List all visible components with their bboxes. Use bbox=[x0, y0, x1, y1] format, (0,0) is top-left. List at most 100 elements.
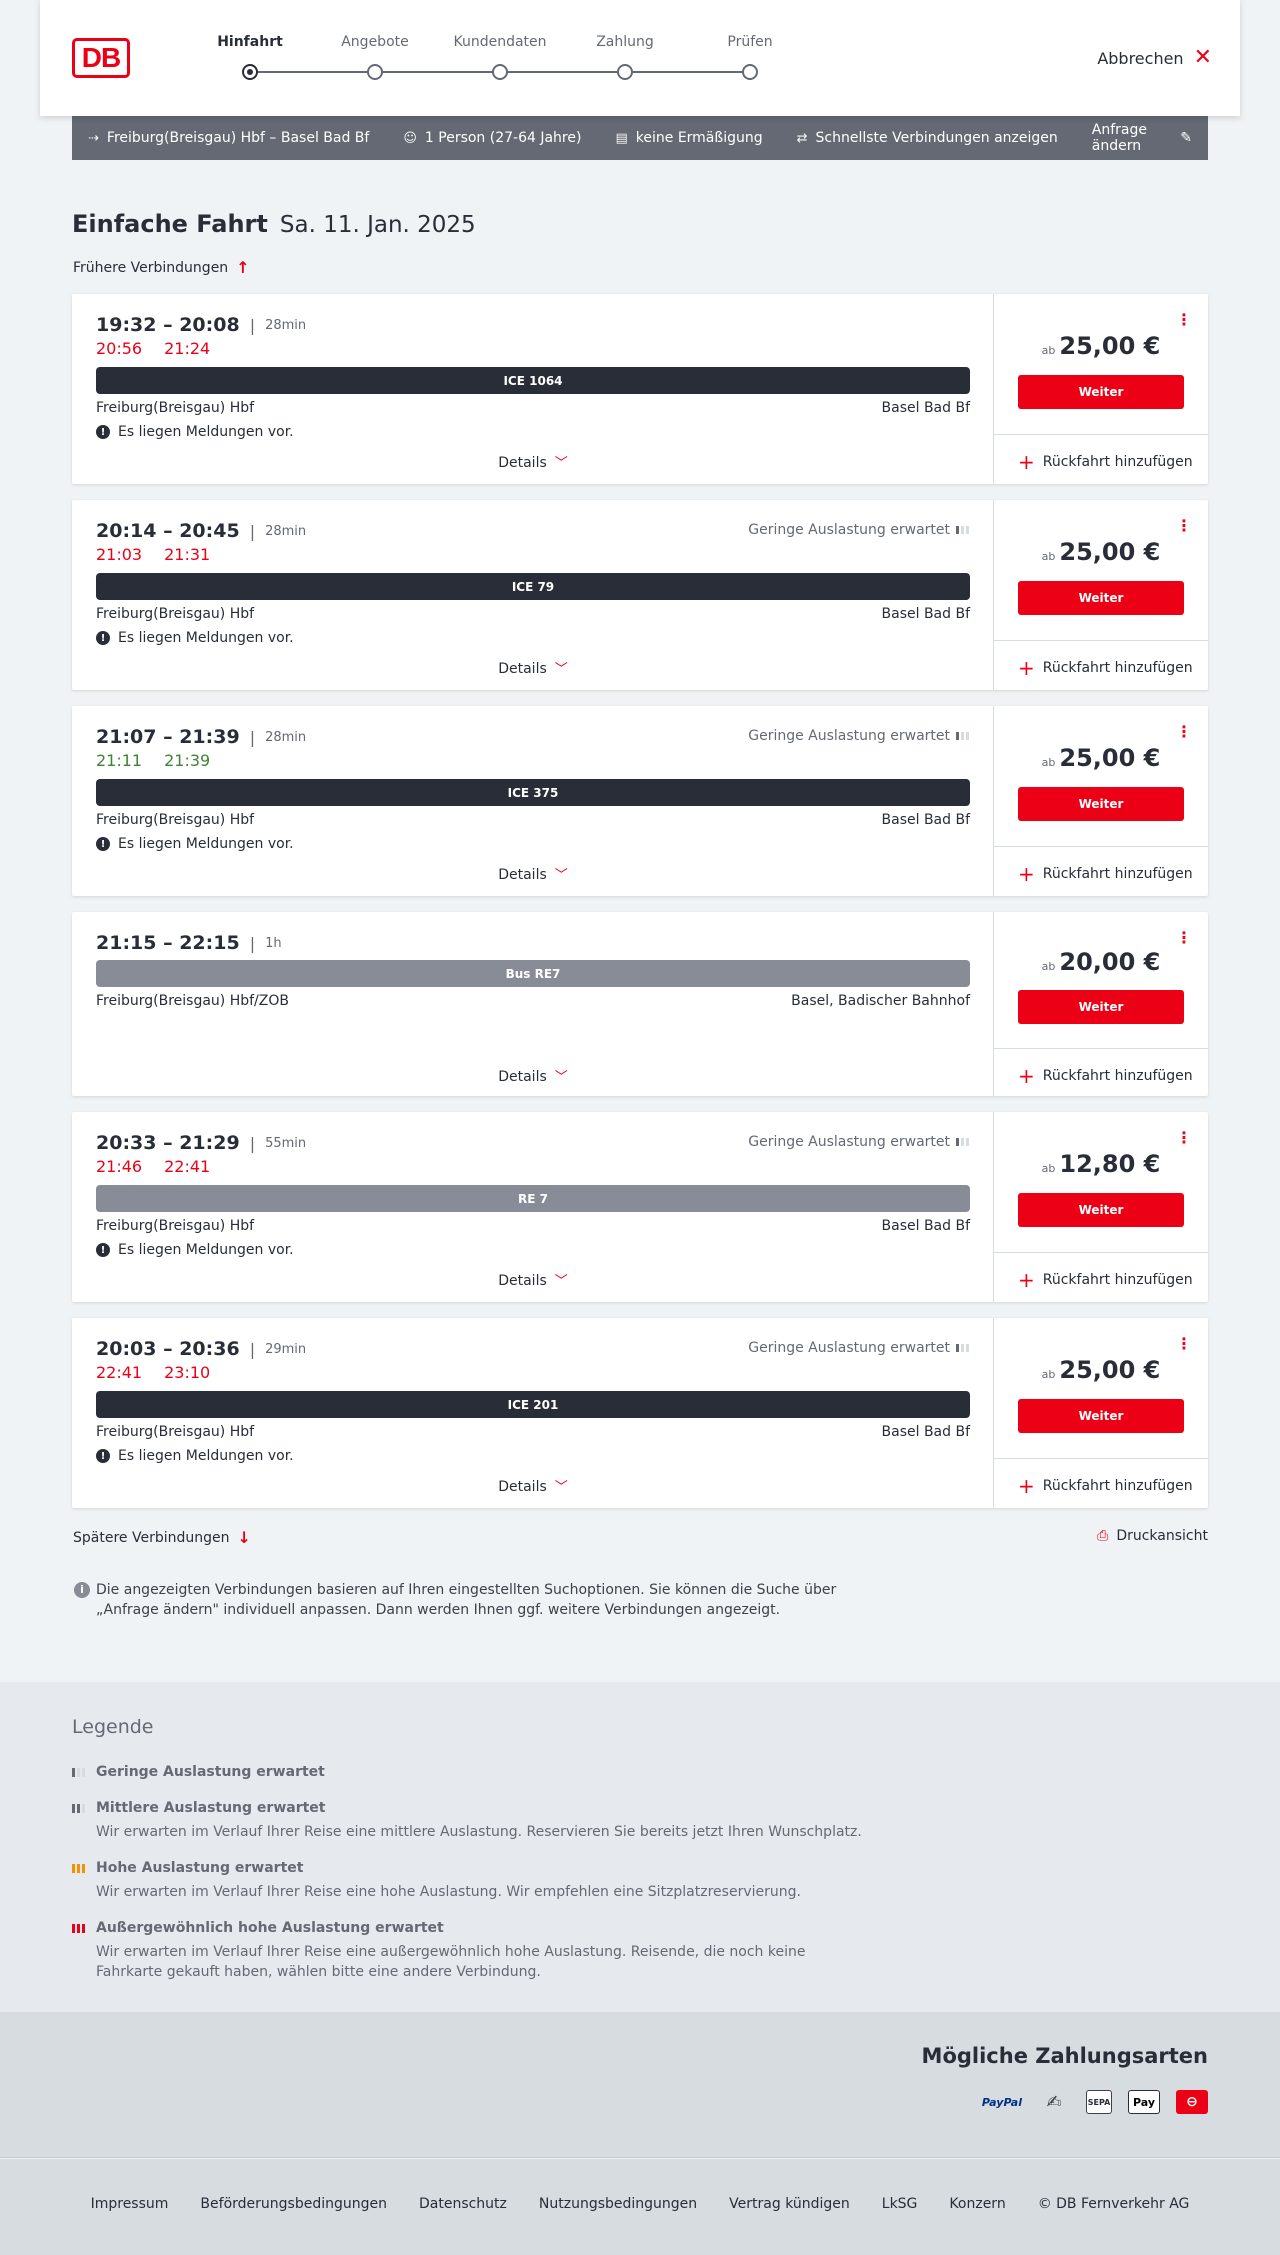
duration: 1h bbox=[265, 935, 282, 951]
details-toggle[interactable]: Details ﹀ bbox=[72, 452, 994, 471]
stations: Freiburg(Breisgau) Hbf Basel Bad Bf bbox=[96, 1218, 970, 1234]
arrow-up-icon: ↑ bbox=[236, 258, 250, 277]
more-options-icon[interactable]: ⋮ bbox=[1176, 1128, 1192, 1147]
cancel-button[interactable]: Abbrechen ✕ bbox=[1097, 47, 1212, 69]
add-return-button[interactable]: + Rückfahrt hinzufügen bbox=[1018, 658, 1193, 678]
option-summary: ⇄ Schnellste Verbindungen anzeigen bbox=[797, 130, 1058, 146]
arrow-right-icon: ⇢ bbox=[88, 130, 99, 146]
occupancy-low-icon bbox=[956, 526, 969, 534]
plus-icon: + bbox=[1018, 1474, 1035, 1498]
details-toggle[interactable]: Details ﹀ bbox=[72, 1476, 994, 1495]
footer-link-datenschutz[interactable]: Datenschutz bbox=[419, 2196, 507, 2212]
planned-times: 20:03 – 20:36 bbox=[96, 1338, 240, 1360]
add-return-label: Rückfahrt hinzufügen bbox=[1042, 660, 1193, 676]
details-label: Details bbox=[498, 661, 547, 677]
details-toggle[interactable]: Details ﹀ bbox=[72, 1066, 994, 1085]
more-options-icon[interactable]: ⋮ bbox=[1176, 1334, 1192, 1353]
exclamation-icon: ! bbox=[96, 1449, 110, 1463]
arrow-down-icon: ↓ bbox=[237, 1528, 251, 1547]
add-return-button[interactable]: + Rückfahrt hinzufügen bbox=[1018, 452, 1193, 472]
earlier-connections-link[interactable]: Frühere Verbindungen ↑ bbox=[73, 258, 250, 277]
weiter-button[interactable]: Weiter bbox=[1018, 581, 1184, 615]
footer-link-vertrag-kuendigen[interactable]: Vertrag kündigen bbox=[729, 2196, 850, 2212]
train-bar[interactable]: ICE 201 bbox=[96, 1391, 970, 1418]
notice: ! Es liegen Meldungen vor. bbox=[96, 836, 294, 852]
price-value: 12,80 € bbox=[1059, 1150, 1161, 1178]
stations: Freiburg(Breisgau) Hbf Basel Bad Bf bbox=[96, 606, 970, 622]
more-options-icon[interactable]: ⋮ bbox=[1176, 310, 1192, 329]
step-dot bbox=[367, 64, 383, 80]
train-bar[interactable]: Bus RE7 bbox=[96, 960, 970, 987]
details-label: Details bbox=[498, 1069, 547, 1085]
printer-icon: ⎙ bbox=[1097, 1528, 1109, 1544]
occupancy-low-icon bbox=[956, 1344, 969, 1352]
realtime-arrival: 21:39 bbox=[164, 751, 211, 770]
origin-station: Freiburg(Breisgau) Hbf bbox=[96, 606, 255, 622]
notice-text: Es liegen Meldungen vor. bbox=[118, 630, 294, 646]
footer-link-nutzungsbedingungen[interactable]: Nutzungsbedingungen bbox=[539, 2196, 697, 2212]
weiter-button[interactable]: Weiter bbox=[1018, 990, 1184, 1024]
weiter-button[interactable]: Weiter bbox=[1018, 1193, 1184, 1227]
details-toggle[interactable]: Details ﹀ bbox=[72, 1270, 994, 1289]
details-toggle[interactable]: Details ﹀ bbox=[72, 658, 994, 677]
legend-item: Mittlere Auslastung erwartet Wir erwarte… bbox=[72, 1800, 872, 1842]
planned-times: 21:07 – 21:39 bbox=[96, 726, 240, 748]
destination-station: Basel Bad Bf bbox=[881, 1424, 970, 1440]
legend-item-desc: Wir erwarten im Verlauf Ihrer Reise eine… bbox=[96, 1944, 806, 1980]
footer-link-befoerderungsbedingungen[interactable]: Beförderungsbedingungen bbox=[200, 2196, 387, 2212]
connection-times: 21:07 – 21:39 | 28min bbox=[96, 726, 306, 748]
connection-info: 20:03 – 20:36 | 29min Geringe Auslastung e… bbox=[72, 1318, 994, 1508]
train-bar[interactable]: ICE 79 bbox=[96, 573, 970, 600]
more-options-icon[interactable]: ⋮ bbox=[1176, 722, 1192, 741]
price-value: 25,00 € bbox=[1059, 744, 1161, 772]
weiter-button[interactable]: Weiter bbox=[1018, 1399, 1184, 1433]
later-connections-link[interactable]: Spätere Verbindungen ↓ bbox=[73, 1528, 251, 1547]
add-return-button[interactable]: + Rückfahrt hinzufügen bbox=[1018, 1476, 1193, 1496]
cancel-label: Abbrechen bbox=[1097, 48, 1184, 68]
separator: | bbox=[249, 1133, 256, 1153]
train-bar[interactable]: RE 7 bbox=[96, 1185, 970, 1212]
more-options-icon[interactable]: ⋮ bbox=[1176, 928, 1192, 947]
earlier-label: Frühere Verbindungen bbox=[73, 259, 229, 276]
add-return-button[interactable]: + Rückfahrt hinzufügen bbox=[1018, 864, 1193, 884]
print-view-link[interactable]: ⎙ Druckansicht bbox=[1097, 1528, 1208, 1544]
occupancy-extreme-icon bbox=[72, 1923, 88, 1933]
step-dot-active bbox=[242, 64, 258, 80]
add-return-button[interactable]: + Rückfahrt hinzufügen bbox=[1018, 1066, 1193, 1086]
add-return-button[interactable]: + Rückfahrt hinzufügen bbox=[1018, 1270, 1193, 1290]
divider bbox=[994, 434, 1208, 435]
legend-item: Außergewöhnlich hohe Auslastung erwartet… bbox=[72, 1920, 872, 1982]
realtime-times: 20:56 21:24 bbox=[96, 339, 210, 358]
planned-times: 20:33 – 21:29 bbox=[96, 1132, 240, 1154]
occupancy-indicator: Geringe Auslastung erwartet bbox=[748, 1340, 969, 1356]
step-dot bbox=[742, 64, 758, 80]
weiter-button[interactable]: Weiter bbox=[1018, 787, 1184, 821]
planned-times: 19:32 – 20:08 bbox=[96, 314, 240, 336]
price-panel: ⋮ ab 25,00 € Weiter + Rückfahrt hinzufügen bbox=[994, 294, 1208, 484]
db-logo[interactable]: DB bbox=[72, 38, 130, 78]
plus-icon: + bbox=[1018, 1064, 1035, 1088]
more-options-icon[interactable]: ⋮ bbox=[1176, 516, 1192, 535]
add-return-label: Rückfahrt hinzufügen bbox=[1042, 1478, 1193, 1494]
plus-icon: + bbox=[1018, 862, 1035, 886]
train-bar[interactable]: ICE 375 bbox=[96, 779, 970, 806]
connection-info: 19:32 – 20:08 | 28min 20:56 21:24 ICE 1064 … bbox=[72, 294, 994, 484]
chevron-down-icon: ﹀ bbox=[554, 456, 568, 471]
price: ab 20,00 € bbox=[994, 948, 1208, 976]
price-value: 25,00 € bbox=[1059, 332, 1161, 360]
edit-request-button[interactable]: Anfrage ändern ✎ bbox=[1092, 122, 1192, 154]
details-toggle[interactable]: Details ﹀ bbox=[72, 864, 994, 883]
realtime-times: 22:41 23:10 bbox=[96, 1363, 210, 1382]
sepa-logo: SEPA bbox=[1086, 2090, 1112, 2114]
paypal-logo: PayPal bbox=[981, 2095, 1022, 2109]
price: ab 25,00 € bbox=[994, 744, 1208, 772]
train-bar[interactable]: ICE 1064 bbox=[96, 367, 970, 394]
realtime-departure: 22:41 bbox=[96, 1363, 143, 1382]
weiter-button[interactable]: Weiter bbox=[1018, 375, 1184, 409]
footer-link-konzern[interactable]: Konzern bbox=[949, 2196, 1005, 2212]
footer-link-lksg[interactable]: LkSG bbox=[882, 2196, 918, 2212]
connection-info: 20:14 – 20:45 | 28min Geringe Auslastung e… bbox=[72, 500, 994, 690]
footer-links: Impressum Beförderungsbedingungen Datens… bbox=[0, 2196, 1280, 2212]
footer-link-impressum[interactable]: Impressum bbox=[91, 2196, 169, 2212]
legend-item-title: Mittlere Auslastung erwartet bbox=[96, 1800, 326, 1816]
